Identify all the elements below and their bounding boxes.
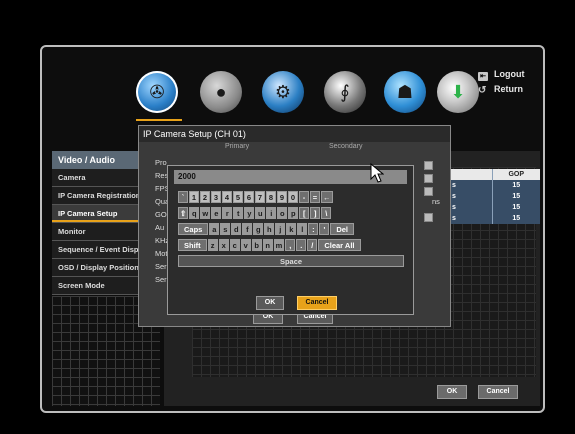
key-char[interactable]: c (229, 239, 240, 251)
hard-disk-icon[interactable]: ● (200, 71, 242, 113)
video-reel-icon[interactable]: ✇ (136, 71, 178, 113)
key-char[interactable]: t (233, 207, 244, 219)
key-char[interactable]: w (200, 207, 211, 219)
gop-table: GOP s 15 s 15 s 15 s 15 (450, 169, 540, 224)
disc-backup-icon[interactable]: ⬇ (437, 71, 479, 113)
key-char[interactable]: 0 (288, 191, 298, 203)
ok-button[interactable]: OK (437, 385, 467, 399)
setup-label: Mot (155, 249, 168, 258)
key-char[interactable]: 6 (244, 191, 254, 203)
virtual-keyboard: 2000 ` 1 2 3 4 5 6 7 8 9 0- = ← ⇧ q w e r t y u i o p[] \ Caps a… (167, 165, 414, 315)
key-char[interactable]: 7 (255, 191, 265, 203)
key-char[interactable]: 2 (200, 191, 210, 203)
key-char[interactable]: ` (178, 191, 188, 203)
key-char[interactable]: , (285, 239, 296, 251)
dropdown-arrow-icon[interactable] (424, 174, 433, 183)
dropdown-arrow-icon[interactable] (424, 187, 433, 196)
key-char[interactable]: . (296, 239, 307, 251)
dialog-title: IP Camera Setup (CH 01) (139, 126, 450, 142)
key-char[interactable]: p (288, 207, 299, 219)
keyboard-keys: ` 1 2 3 4 5 6 7 8 9 0- = ← ⇧ q w e r t y u i o p[] \ Caps a s d f g h… (178, 190, 411, 270)
key-char[interactable]: r (222, 207, 233, 219)
dropdown-arrow-icon[interactable] (424, 213, 433, 222)
key-char[interactable]: = (310, 191, 320, 203)
key-caps[interactable]: Caps (178, 223, 209, 235)
column-secondary: Secondary (329, 143, 363, 150)
return-icon: ↺ (478, 85, 487, 96)
setup-label: Au (155, 223, 165, 232)
key-char[interactable]: q (189, 207, 200, 219)
key-char[interactable]: 5 (233, 191, 243, 203)
key-char[interactable]: ' (319, 223, 330, 235)
key-char[interactable]: x (218, 239, 229, 251)
dropdown-arrow-icon[interactable] (424, 161, 433, 170)
key-char[interactable]: 1 (189, 191, 199, 203)
key-char[interactable]: [ (299, 207, 310, 219)
key-char[interactable]: o (277, 207, 288, 219)
key-char[interactable]: y (244, 207, 255, 219)
logout-button[interactable]: ⇤ Logout (478, 69, 525, 81)
key-char[interactable]: - (299, 191, 309, 203)
table-row[interactable]: s 15 (450, 202, 540, 213)
key-char[interactable]: 4 (222, 191, 232, 203)
keyboard-row: Shift z x c v b n m,. / Clear All (178, 238, 411, 252)
cancel-button[interactable]: Cancel (478, 385, 518, 399)
table-header: GOP (450, 169, 540, 180)
space-key[interactable]: Space (178, 255, 404, 267)
key-char[interactable]: a (209, 223, 220, 235)
key-shift[interactable]: Shift (178, 239, 207, 251)
table-row[interactable]: s 15 (450, 191, 540, 202)
column-primary: Primary (225, 143, 250, 150)
keyboard-ok-button[interactable]: OK (256, 296, 284, 310)
key-char[interactable]: k (286, 223, 297, 235)
key-char[interactable]: : (308, 223, 319, 235)
key-char[interactable]: v (240, 239, 251, 251)
key-clear-all[interactable]: Clear All (318, 239, 361, 251)
setup-label: Pro (155, 158, 167, 167)
key-char[interactable]: z (207, 239, 218, 251)
key-char[interactable]: 3 (211, 191, 221, 203)
key-char[interactable]: d (231, 223, 242, 235)
key-char[interactable]: 8 (266, 191, 276, 203)
key-char[interactable]: 9 (277, 191, 287, 203)
key-char[interactable]: n (262, 239, 273, 251)
key-char[interactable]: b (251, 239, 262, 251)
keyboard-row: ⇧ q w e r t y u i o p[] \ (178, 206, 411, 220)
key-char[interactable]: i (266, 207, 277, 219)
key-char[interactable]: e (211, 207, 222, 219)
key-char[interactable]: u (255, 207, 266, 219)
key-char[interactable]: / (307, 239, 318, 251)
gear-icon[interactable]: ⚙ (262, 71, 304, 113)
keyboard-row: Space (178, 254, 411, 268)
keyboard-row: Caps a s d f g h j k l: ' Del (178, 222, 411, 236)
table-row[interactable]: s 15 (450, 180, 540, 191)
key-char[interactable]: h (264, 223, 275, 235)
key-char[interactable]: ← (321, 191, 333, 203)
keyboard-cancel-button[interactable]: Cancel (297, 296, 337, 310)
dvr-screen: ✇ ● ⚙ ∮ ☗ ⬇ ⇤ Logout ↺ Return Video / Audi… (40, 45, 545, 413)
key-char[interactable]: ⇧ (178, 207, 189, 219)
gop-column-header: GOP (491, 169, 540, 180)
table-row[interactable]: s 15 (450, 213, 540, 224)
key-char[interactable]: \ (321, 207, 332, 219)
key-char[interactable]: l (297, 223, 308, 235)
setup-label: ns (432, 197, 440, 206)
key-del[interactable]: Del (330, 223, 355, 235)
return-button[interactable]: ↺ Return (478, 84, 523, 96)
setup-label: Ser (155, 275, 167, 284)
key-char[interactable]: g (253, 223, 264, 235)
network-icon[interactable]: ∮ (324, 71, 366, 113)
key-char[interactable]: m (273, 239, 285, 251)
key-char[interactable]: ] (310, 207, 321, 219)
keyboard-row: ` 1 2 3 4 5 6 7 8 9 0- = ← (178, 190, 411, 204)
system-icon[interactable]: ☗ (384, 71, 426, 113)
key-char[interactable]: f (242, 223, 253, 235)
active-tab-indicator (136, 119, 182, 121)
logout-icon: ⇤ (478, 72, 488, 81)
key-char[interactable]: s (220, 223, 231, 235)
key-char[interactable]: j (275, 223, 286, 235)
setup-label: Ser (155, 262, 167, 271)
